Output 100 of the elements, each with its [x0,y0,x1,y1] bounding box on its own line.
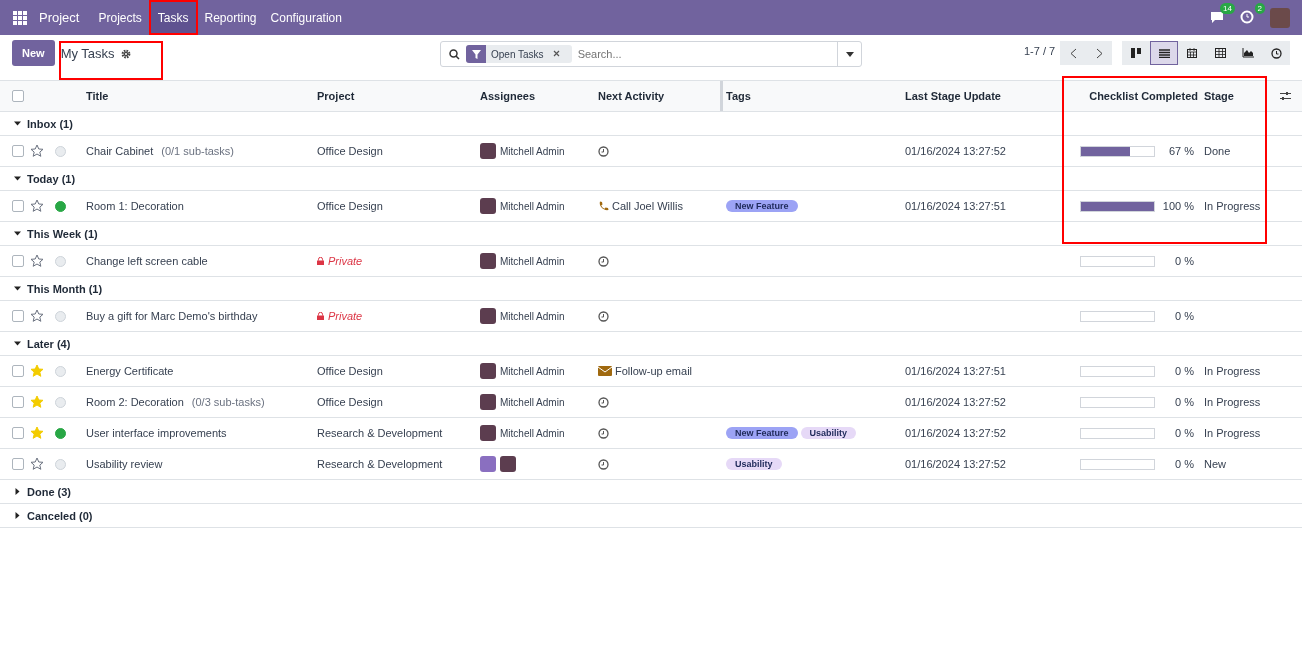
user-avatar[interactable] [480,143,496,159]
task-title: Chair Cabinet [86,145,154,157]
row-checkbox[interactable] [12,458,24,470]
row-checkbox[interactable] [12,255,24,267]
menu-item[interactable]: Configuration [263,0,349,35]
status-dot[interactable] [55,458,66,470]
settings-icon[interactable] [120,48,131,59]
status-dot[interactable] [55,310,66,322]
user-avatar[interactable] [480,425,496,441]
activity-view-button[interactable] [1262,41,1290,65]
user-avatar[interactable] [480,253,496,269]
progress-value: 0 % [1175,365,1194,377]
assignee-name: Mitchell Admin [500,365,565,377]
user-avatar[interactable] [480,308,496,324]
list-view-button[interactable] [1150,41,1178,65]
caret-icon [14,285,21,292]
column-header[interactable]: Next Activity [598,90,720,102]
project-name: Private [328,255,363,267]
column-header[interactable]: Stage [1204,90,1280,102]
row-checkbox[interactable] [12,427,24,439]
row-checkbox[interactable] [12,396,24,408]
column-header[interactable]: Project [317,90,480,102]
activity-label[interactable]: Call Joel Willis [612,200,683,212]
stage-name: In Progress [1204,365,1262,377]
stage-update-date: 01/16/2024 13:27:52 [905,396,1007,408]
app-name[interactable]: Project [35,10,84,25]
progress-value: 0 % [1175,458,1194,470]
caret-icon [14,488,21,495]
user-avatar[interactable] [1270,7,1290,28]
column-header[interactable]: Tags [726,90,905,102]
status-dot[interactable] [55,145,66,157]
filter-icon [471,49,481,59]
star-icon[interactable] [30,254,44,268]
calendar-view-button[interactable] [1178,41,1206,65]
previous-button[interactable] [1060,41,1086,65]
group-header[interactable]: Today (1) [0,167,1302,191]
progress-value: 0 % [1175,310,1194,322]
sliders-icon[interactable] [1280,91,1291,101]
row-checkbox[interactable] [12,200,24,212]
star-icon[interactable] [30,309,44,323]
menu-item[interactable]: Reporting [197,0,264,35]
subtask-count[interactable]: (0/3 sub-tasks) [191,396,265,408]
assignee-name: Mitchell Admin [500,396,565,408]
task-title: Change left screen cable [86,255,208,267]
status-dot[interactable] [55,427,66,439]
clock-icon[interactable] [598,145,609,157]
group-header[interactable]: This Month (1) [0,277,1302,301]
row-checkbox[interactable] [12,145,24,157]
group-header[interactable]: Done (3) [0,480,1302,504]
star-icon[interactable] [30,457,44,471]
user-avatar[interactable] [500,456,516,472]
search-bar[interactable]: Open Tasks Search... [440,41,862,67]
activity-label[interactable]: Follow-up email [615,365,693,377]
task-title: Room 2: Decoration [86,396,184,408]
column-header[interactable]: Title [86,90,317,102]
stage-update-date: 01/16/2024 13:27:52 [905,145,1007,157]
tag: Usability [726,458,782,470]
group-header[interactable]: Canceled (0) [0,504,1302,528]
user-avatar[interactable] [480,198,496,214]
clock-icon[interactable] [598,458,609,470]
row-checkbox[interactable] [12,365,24,377]
clock-icon[interactable] [598,396,609,408]
star-icon[interactable] [30,199,44,213]
star-icon[interactable] [30,144,44,158]
status-dot[interactable] [55,396,66,408]
row-checkbox[interactable] [12,310,24,322]
column-header[interactable]: Last Stage Update [905,90,1065,102]
new-button[interactable]: New [12,39,55,66]
status-dot[interactable] [55,255,66,267]
user-avatar[interactable] [480,394,496,410]
assignee-name: Mitchell Admin [500,200,565,212]
clock-icon[interactable] [598,310,609,322]
group-header[interactable]: Inbox (1) [0,112,1302,136]
project-name: Office Design [317,145,384,157]
next-button[interactable] [1086,41,1112,65]
stage-update-date: 01/16/2024 13:27:52 [905,458,1007,470]
filter-facet[interactable]: Open Tasks [466,45,572,63]
status-dot[interactable] [55,365,66,377]
tag: Usability [800,427,857,439]
user-avatar[interactable] [480,363,496,379]
assignee-name: Mitchell Admin [500,427,565,439]
group-header[interactable]: Later (4) [0,332,1302,356]
group-header[interactable]: This Week (1) [0,222,1302,246]
select-all-checkbox[interactable] [12,90,24,102]
menu-item[interactable]: Projects [91,0,149,35]
column-header[interactable]: Assignees [480,90,598,102]
menu-item[interactable]: Tasks [150,2,196,33]
task-title: User interface improvements [86,427,227,439]
kanban-view-button[interactable] [1122,41,1150,65]
user-avatar[interactable] [480,456,496,472]
clock-icon[interactable] [598,255,609,267]
status-dot[interactable] [55,200,66,212]
clock-icon[interactable] [598,427,609,439]
calendar-icon [1187,48,1197,58]
chat-icon[interactable] [1210,9,1224,24]
subtask-count[interactable]: (0/1 sub-tasks) [161,145,234,157]
stage-name: In Progress [1204,396,1262,408]
apps-menu-icon[interactable] [13,10,27,25]
column-header[interactable]: Checklist Completed [1065,90,1204,102]
project-name: Office Design [317,200,384,212]
